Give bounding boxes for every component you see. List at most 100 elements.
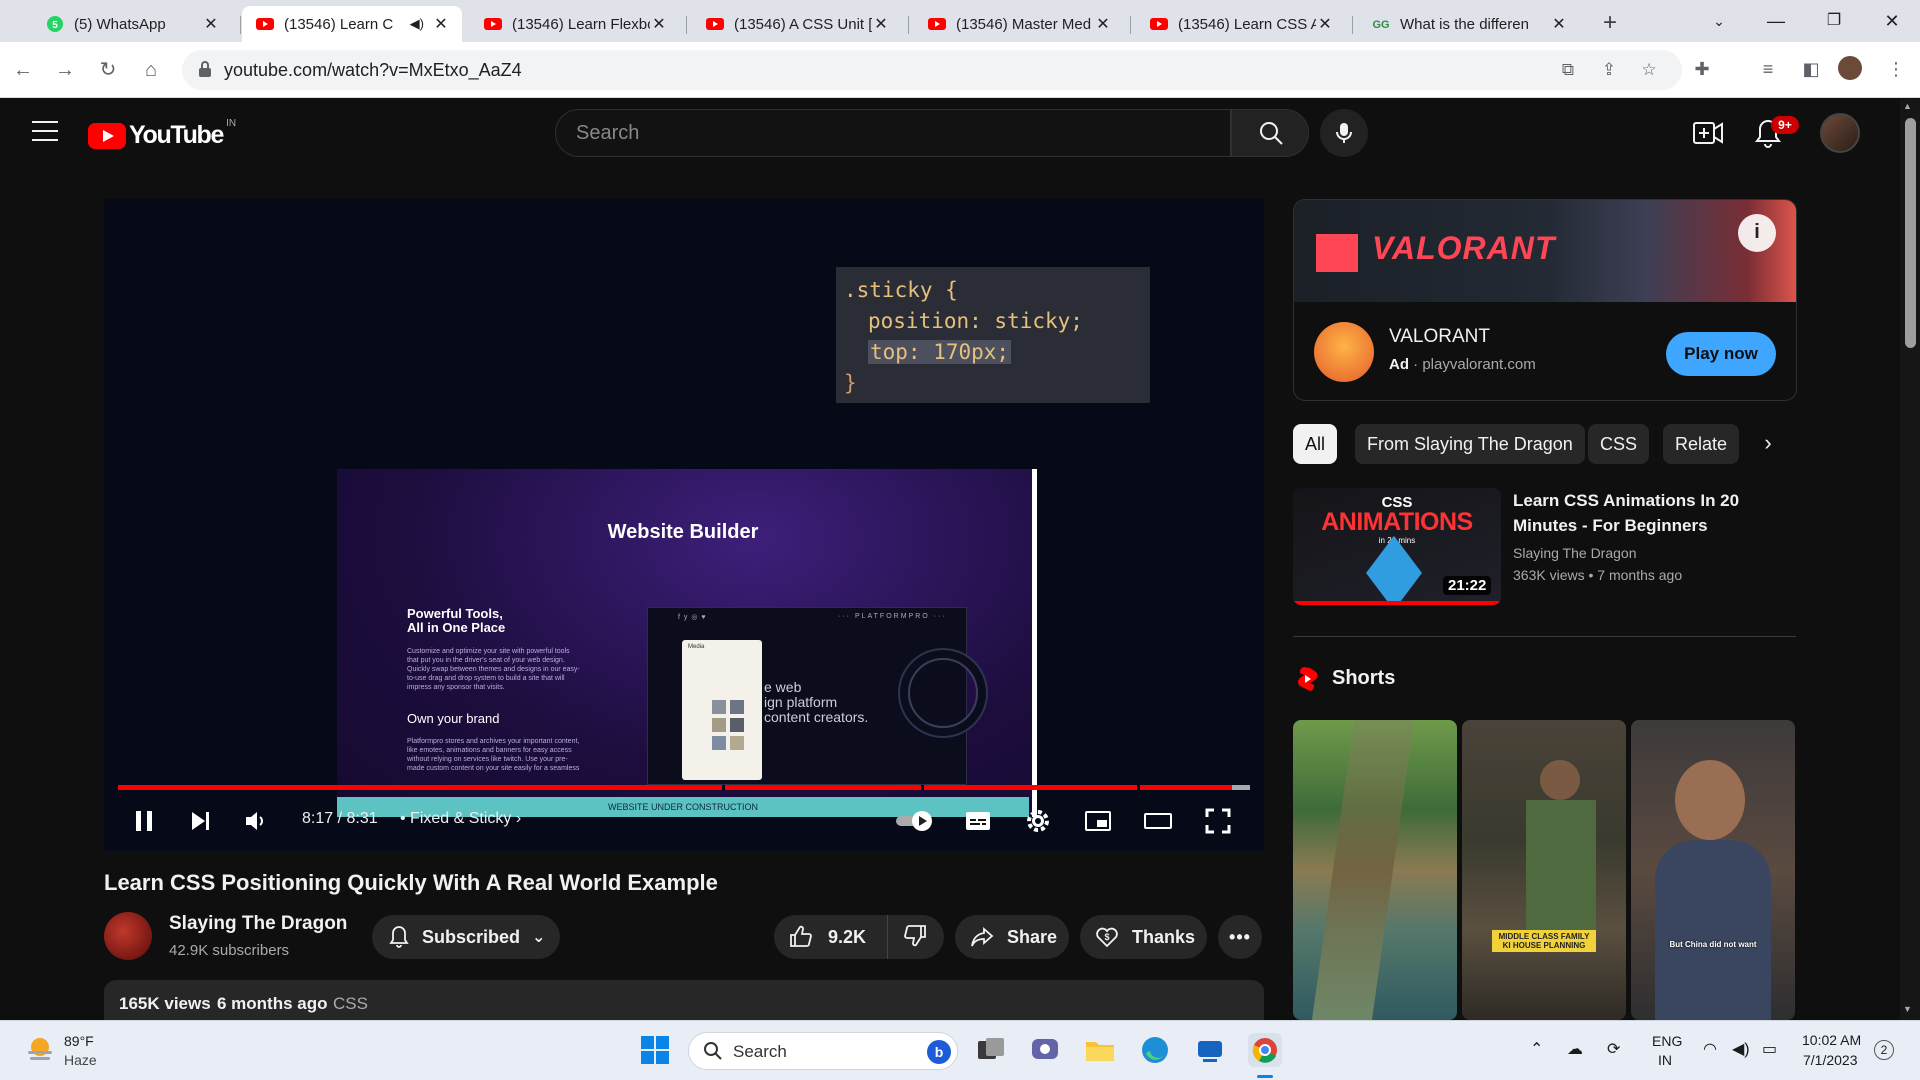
description-box[interactable]: 165K views 6 months ago CSS (104, 980, 1264, 1020)
profile-avatar[interactable] (1838, 56, 1862, 80)
tab-learn-css-animations[interactable]: (13546) Learn CSS A ✕ (1136, 6, 1346, 42)
home-icon[interactable]: ⌂ (136, 56, 166, 86)
short-thumbnail[interactable]: But China did not want (1631, 720, 1795, 1020)
tab-learn-flexbox[interactable]: (13546) Learn Flexbo ✕ (470, 6, 680, 42)
next-video-icon[interactable] (184, 805, 216, 837)
forward-arrow-icon[interactable]: → (50, 56, 80, 86)
channel-name[interactable]: Slaying The Dragon (169, 913, 347, 935)
extensions-icon[interactable]: ✚ (1688, 56, 1716, 84)
video-player[interactable]: .sticky { position: sticky; top: 170px; … (104, 199, 1264, 851)
ad-card[interactable]: VALORANT i VALORANT Ad · playvalorant.co… (1293, 199, 1797, 401)
recommended-video-channel[interactable]: Slaying The Dragon (1513, 545, 1636, 561)
share-page-icon[interactable]: ⇪ (1598, 60, 1620, 82)
close-tab-icon[interactable]: ✕ (1550, 14, 1568, 34)
chrome-taskbar-icon[interactable] (1248, 1033, 1282, 1067)
sync-icon[interactable]: ⟳ (1607, 1039, 1620, 1059)
teams-chat-icon[interactable] (1028, 1033, 1062, 1067)
voice-search-button[interactable] (1320, 109, 1368, 157)
close-tab-icon[interactable]: ✕ (1316, 14, 1334, 34)
search-input[interactable] (576, 122, 1176, 145)
windows-start-icon[interactable] (638, 1033, 672, 1067)
media-control-icon[interactable]: ≡ (1754, 56, 1782, 84)
address-bar[interactable]: youtube.com/watch?v=MxEtxo_AaZ4 ⧉ ⇪ ☆ (182, 50, 1682, 90)
chrome-menu-icon[interactable]: ⋮ (1882, 56, 1910, 84)
restore-icon[interactable]: ❐ (1814, 6, 1854, 36)
weather-haze-icon[interactable] (22, 1031, 58, 1067)
more-actions-button[interactable]: ••• (1218, 915, 1262, 959)
wifi-icon[interactable]: ◠ (1703, 1039, 1717, 1059)
close-tab-icon[interactable]: ✕ (650, 14, 668, 34)
short-thumbnail[interactable] (1293, 720, 1457, 1020)
app-launcher-icon[interactable] (1193, 1033, 1227, 1067)
video-tag[interactable]: CSS (333, 994, 368, 1014)
like-button[interactable]: 9.2K (774, 915, 888, 959)
tab-geeksforgeeks[interactable]: GG What is the differen ✕ (1358, 6, 1580, 42)
edge-browser-icon[interactable] (1138, 1033, 1172, 1067)
youtube-logo[interactable]: YouTube IN (88, 118, 236, 150)
back-arrow-icon[interactable]: ← (8, 56, 38, 86)
fullscreen-icon[interactable] (1202, 805, 1234, 837)
open-in-app-icon[interactable]: ⧉ (1557, 60, 1579, 82)
close-tab-icon[interactable]: ✕ (1094, 14, 1112, 34)
dislike-button[interactable] (888, 922, 928, 953)
onedrive-cloud-icon[interactable]: ☁ (1567, 1039, 1583, 1059)
scroll-down-arrow-icon[interactable]: ▼ (1903, 1004, 1912, 1014)
settings-gear-icon[interactable] (1022, 805, 1054, 837)
theater-mode-icon[interactable] (1142, 805, 1174, 837)
create-video-icon[interactable] (1692, 119, 1724, 147)
search-button[interactable] (1231, 109, 1309, 157)
tab-search-chevron-icon[interactable]: ⌄ (1699, 6, 1739, 36)
notification-center-badge[interactable]: 2 (1874, 1040, 1894, 1060)
tab-learn-css-positioning[interactable]: (13546) Learn C ◀) ✕ (242, 6, 462, 42)
subtitles-icon[interactable] (962, 805, 994, 837)
tab-master-media[interactable]: (13546) Master Med ✕ (914, 6, 1124, 42)
autoplay-toggle[interactable] (894, 805, 940, 837)
chip-all[interactable]: All (1293, 424, 1338, 464)
chip-css[interactable]: CSS (1588, 424, 1650, 464)
play-now-button[interactable]: Play now (1666, 332, 1776, 376)
tab-css-unit[interactable]: (13546) A CSS Unit [ ✕ (692, 6, 902, 42)
recommended-video-title[interactable]: Learn CSS Animations In 20 Minutes - For… (1513, 488, 1783, 538)
account-avatar[interactable] (1820, 113, 1860, 153)
chip-from-channel[interactable]: From Slaying The Dragon (1355, 424, 1585, 464)
subscribed-button[interactable]: Subscribed ⌄ (372, 915, 560, 959)
taskbar-search[interactable]: Search b (688, 1032, 958, 1070)
volume-icon[interactable] (240, 805, 272, 837)
share-button[interactable]: Share (955, 915, 1069, 959)
show-hidden-icons-chevron-icon[interactable]: ⌃ (1530, 1039, 1543, 1059)
volume-icon[interactable]: ◀) (1732, 1039, 1750, 1059)
region-indicator[interactable]: IN (1658, 1052, 1672, 1068)
thanks-button[interactable]: $ Thanks (1080, 915, 1207, 959)
close-tab-icon[interactable]: ✕ (872, 14, 890, 34)
side-panel-icon[interactable]: ◧ (1797, 56, 1825, 84)
chip-related[interactable]: Relate (1663, 424, 1739, 464)
chevron-right-icon[interactable]: › (1752, 428, 1784, 460)
short-thumbnail[interactable]: MIDDLE CLASS FAMILY KI HOUSE PLANNING (1462, 720, 1626, 1020)
pause-icon[interactable] (128, 805, 160, 837)
close-window-icon[interactable]: ✕ (1872, 6, 1912, 36)
ad-info-icon[interactable]: i (1738, 214, 1776, 252)
miniplayer-icon[interactable] (1082, 805, 1114, 837)
scrollbar-thumb[interactable] (1905, 118, 1916, 348)
clock-time[interactable]: 10:02 AM (1802, 1032, 1861, 1048)
battery-icon[interactable]: ▭ (1762, 1039, 1777, 1059)
new-tab-button[interactable]: + (1594, 8, 1626, 40)
close-tab-icon[interactable]: ✕ (432, 14, 450, 34)
minimize-icon[interactable]: — (1756, 6, 1796, 36)
ad-banner-image[interactable]: VALORANT (1294, 200, 1796, 302)
menu-icon[interactable] (32, 121, 58, 143)
scroll-up-arrow-icon[interactable]: ▲ (1903, 101, 1912, 111)
close-tab-icon[interactable]: ✕ (202, 14, 220, 34)
language-indicator[interactable]: ENG (1652, 1033, 1682, 1049)
reload-icon[interactable]: ↻ (93, 56, 123, 86)
clock-date[interactable]: 7/1/2023 (1803, 1052, 1858, 1068)
tab-whatsapp[interactable]: 5 (5) WhatsApp ✕ (32, 6, 232, 42)
advertiser-avatar[interactable] (1314, 322, 1374, 382)
file-explorer-icon[interactable] (1083, 1033, 1117, 1067)
chapter-title[interactable]: • Fixed & Sticky › (400, 810, 521, 828)
video-progress-bar[interactable] (118, 785, 1250, 790)
channel-avatar[interactable] (104, 912, 152, 960)
bing-icon[interactable]: b (927, 1040, 951, 1064)
speaker-icon[interactable]: ◀) (410, 16, 424, 32)
task-view-icon[interactable] (974, 1033, 1008, 1067)
